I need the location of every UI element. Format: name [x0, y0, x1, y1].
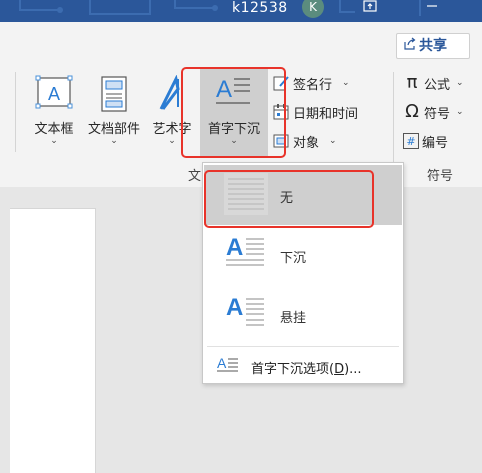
text-group-label: 文 [188, 169, 202, 184]
chevron-down-icon: ⌄ [456, 107, 464, 117]
highlight-drop-cap-button [181, 67, 286, 158]
number-button[interactable]: # 编号 [403, 130, 448, 152]
share-button[interactable]: 共享 [396, 33, 470, 59]
textbox-button[interactable]: A 文本框 ⌄ [28, 70, 80, 156]
number-label: 编号 [422, 135, 449, 151]
drop-cap-dropped-item[interactable]: A 下沉 [204, 225, 402, 285]
highlight-none-option [204, 170, 374, 228]
svg-text:A: A [217, 355, 227, 371]
svg-text:A: A [226, 294, 243, 321]
number-icon: # [403, 133, 419, 149]
account-name: k12538 [232, 0, 288, 16]
quick-parts-icon [101, 76, 127, 112]
document-page[interactable] [10, 208, 96, 473]
textbox-label: 文本框 [34, 122, 74, 137]
equation-button[interactable]: π 公式 ⌄ [403, 72, 464, 94]
equation-label: 公式 [424, 77, 451, 93]
chevron-down-icon: ⌄ [456, 78, 464, 88]
symbol-label: 符号 [424, 106, 451, 122]
svg-text:A: A [226, 234, 243, 261]
symbol-button[interactable]: Ω 符号 ⌄ [403, 101, 464, 123]
share-icon [403, 34, 417, 58]
omega-icon: Ω [405, 101, 419, 122]
ribbon-display-options-icon[interactable] [362, 0, 378, 14]
quick-parts-button[interactable]: 文档部件 ⌄ [82, 70, 146, 156]
chevron-down-icon: ⌄ [329, 136, 337, 146]
signature-line-label: 签名行 [293, 77, 333, 93]
options-mnemonic: D [334, 362, 345, 377]
drop-cap-dropped-label: 下沉 [280, 251, 307, 266]
date-time-label: 日期和时间 [293, 106, 359, 122]
chevron-down-icon: ⌄ [342, 78, 350, 88]
minimize-icon[interactable] [424, 0, 440, 14]
drop-cap-options-icon: A [217, 355, 238, 372]
pi-icon: π [406, 72, 418, 93]
chevron-down-icon: ⌄ [50, 136, 58, 146]
object-label: 对象 [293, 135, 320, 151]
textbox-icon: A [35, 75, 73, 109]
menu-separator [207, 346, 399, 347]
title-bar: k12538 K [0, 0, 482, 22]
quick-parts-label: 文档部件 [87, 122, 140, 137]
drop-cap-margin-icon: A [226, 294, 264, 326]
drop-cap-options-label: 首字下沉选项(D)... [251, 362, 362, 377]
chevron-down-icon: ⌄ [110, 136, 118, 146]
group-separator [15, 72, 16, 152]
svg-text:A: A [48, 84, 60, 104]
drop-cap-margin-label: 悬挂 [280, 311, 307, 326]
drop-cap-margin-item[interactable]: A 悬挂 [204, 285, 402, 345]
drop-cap-dropped-icon: A [226, 234, 264, 266]
drop-cap-options-item[interactable]: A 首字下沉选项(D)... [203, 349, 403, 381]
symbols-group-label: 符号 [427, 169, 454, 184]
share-label: 共享 [419, 38, 447, 54]
